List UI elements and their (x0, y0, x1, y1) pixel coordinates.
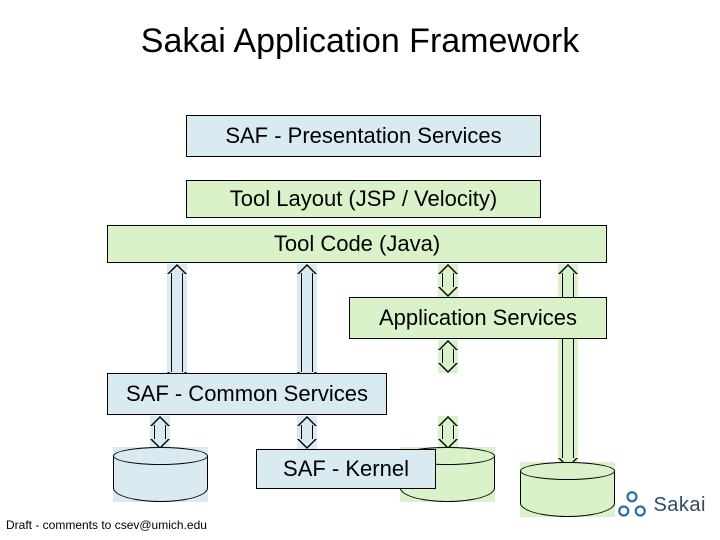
arrow-common-cylinder-left (150, 416, 170, 449)
box-kernel: SAF - Kernel (256, 449, 436, 489)
arrow-toolcode-cylinder-right (558, 264, 578, 468)
box-label: Tool Layout (JSP / Velocity) (230, 186, 497, 212)
arrow-common-kernel (297, 416, 317, 449)
slide-title: Sakai Application Framework (0, 22, 720, 61)
sakai-logo-text: Sakai (653, 494, 706, 517)
sakai-logo: Sakai (617, 490, 706, 520)
box-application-services: Application Services (349, 297, 607, 339)
footer-note: Draft - comments to csev@umich.edu (6, 518, 207, 532)
arrow-appservices-kernel (438, 340, 458, 373)
box-label: Application Services (379, 305, 577, 331)
diagram-stage: Sakai Application Framework SAF - Presen… (0, 0, 720, 540)
cylinder-right (520, 462, 615, 517)
box-common-services: SAF - Common Services (107, 373, 387, 415)
box-label: SAF - Presentation Services (225, 123, 501, 149)
box-label: Tool Code (Java) (274, 231, 440, 257)
box-label: SAF - Kernel (283, 456, 409, 482)
arrow-appservices-cylinder-mid (438, 416, 458, 449)
cylinder-left (113, 447, 208, 502)
arrow-toolcode-common-left (167, 264, 187, 382)
box-presentation-services: SAF - Presentation Services (186, 115, 541, 157)
sakai-logo-icon (617, 490, 647, 520)
arrow-toolcode-appservices (438, 264, 458, 297)
box-label: SAF - Common Services (126, 381, 368, 407)
arrow-toolcode-common-mid (297, 264, 317, 382)
box-tool-layout: Tool Layout (JSP / Velocity) (186, 180, 541, 218)
box-tool-code: Tool Code (Java) (107, 225, 607, 263)
